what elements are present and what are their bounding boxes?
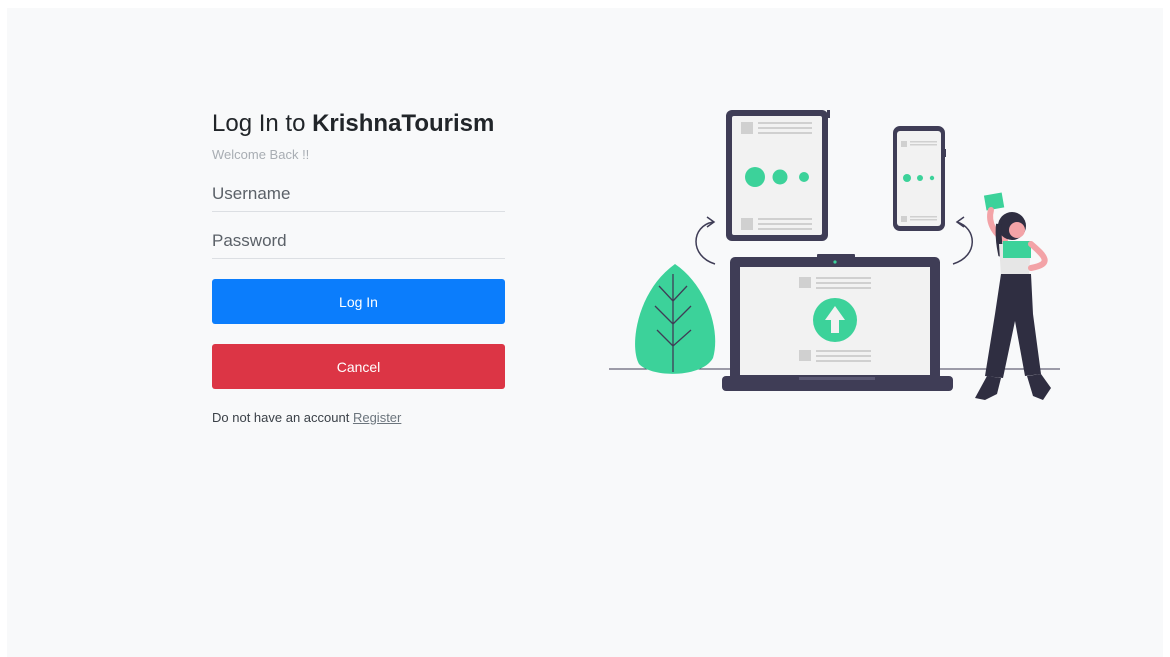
phone-icon — [893, 126, 946, 231]
username-field-wrapper — [212, 179, 505, 212]
laptop-icon — [722, 254, 953, 391]
devices-illustration — [609, 110, 1060, 400]
page-title: Log In to KrishnaTourism — [212, 108, 505, 140]
login-form: Log In to KrishnaTourism Welcome Back !!… — [212, 108, 505, 425]
register-link[interactable]: Register — [353, 410, 401, 425]
register-prompt: Do not have an account Register — [212, 410, 505, 425]
login-button[interactable]: Log In — [212, 279, 505, 324]
brand-name: KrishnaTourism — [312, 110, 495, 137]
title-prefix: Log In to — [212, 110, 313, 137]
password-input[interactable] — [212, 226, 505, 256]
tablet-icon — [726, 110, 830, 241]
cancel-button[interactable]: Cancel — [212, 344, 505, 389]
username-input[interactable] — [212, 179, 505, 209]
register-prompt-text: Do not have an account — [212, 410, 350, 425]
password-field-wrapper — [212, 226, 505, 259]
page-background: Log In to KrishnaTourism Welcome Back !!… — [7, 8, 1163, 657]
welcome-subtitle: Welcome Back !! — [212, 147, 310, 162]
upload-arrow-icon — [813, 298, 857, 342]
leaf-icon — [635, 264, 716, 374]
